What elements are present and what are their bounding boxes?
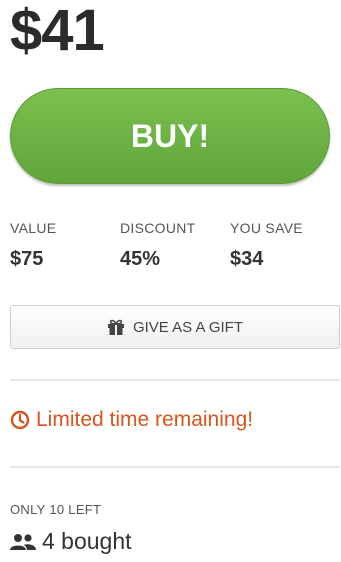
gift-icon — [107, 318, 125, 336]
stat-amount-you-save: $34 — [230, 248, 264, 270]
gift-button-label: GIVE AS A GIFT — [132, 318, 244, 336]
limited-time-text: Limited time remaining! — [36, 408, 254, 431]
people-icon — [10, 533, 36, 551]
stat-discount: DISCOUNT 45% — [120, 220, 196, 271]
stat-label-you-save: YOU SAVE — [230, 220, 303, 236]
bought-text: 4 bought — [42, 528, 132, 554]
stat-label-discount: DISCOUNT — [120, 220, 196, 236]
only-left-label: ONLY 10 LEFT — [10, 502, 102, 517]
stat-amount-discount: 45% — [120, 248, 161, 270]
give-as-gift-button[interactable]: GIVE AS A GIFT — [10, 305, 340, 349]
clock-icon — [10, 410, 30, 430]
stat-amount-value: $75 — [10, 248, 44, 270]
stat-value: VALUE $75 — [10, 220, 56, 271]
stat-label-value: VALUE — [10, 220, 57, 236]
stat-you-save: YOU SAVE $34 — [230, 220, 303, 271]
divider-top — [10, 379, 340, 381]
deal-price: $41 — [10, 0, 105, 63]
bought-count: 4 bought — [10, 528, 132, 555]
divider-bottom — [10, 466, 340, 468]
buy-button[interactable]: BUY! — [10, 88, 330, 184]
limited-time-notice: Limited time remaining! — [10, 408, 253, 432]
